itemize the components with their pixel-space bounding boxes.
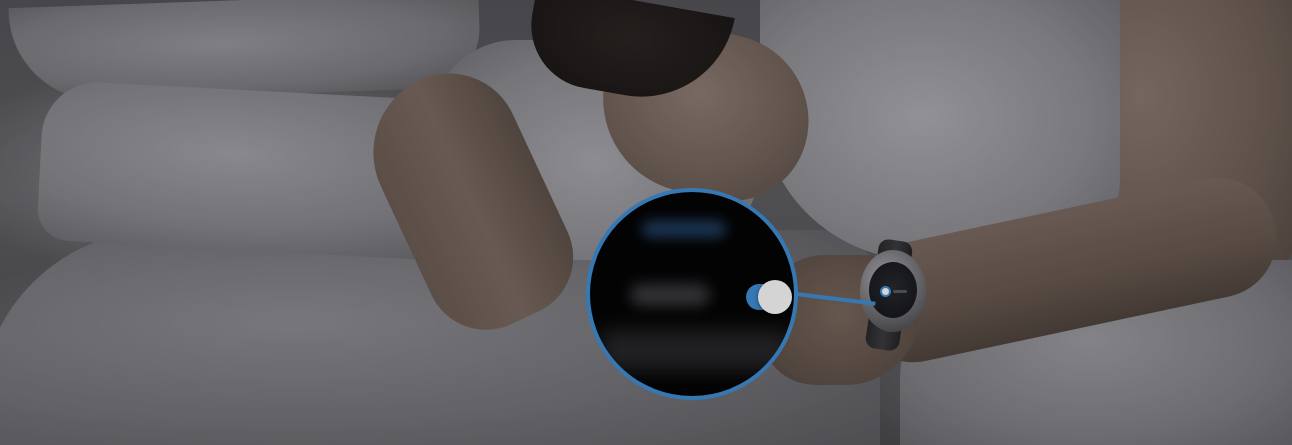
smartwatch-icon — [860, 250, 926, 332]
blurred-setting-label — [630, 284, 710, 306]
watch-screen-magnifier — [586, 188, 798, 400]
toggle-switch-icon — [746, 280, 792, 314]
watch-screen — [869, 262, 917, 318]
toggle-knob — [758, 280, 792, 314]
blurred-header — [642, 220, 726, 238]
blurred-setting-row — [600, 330, 790, 370]
watch-screen-line — [893, 290, 907, 293]
photo-scene — [0, 0, 1292, 445]
watch-toggle-indicator — [882, 288, 889, 295]
